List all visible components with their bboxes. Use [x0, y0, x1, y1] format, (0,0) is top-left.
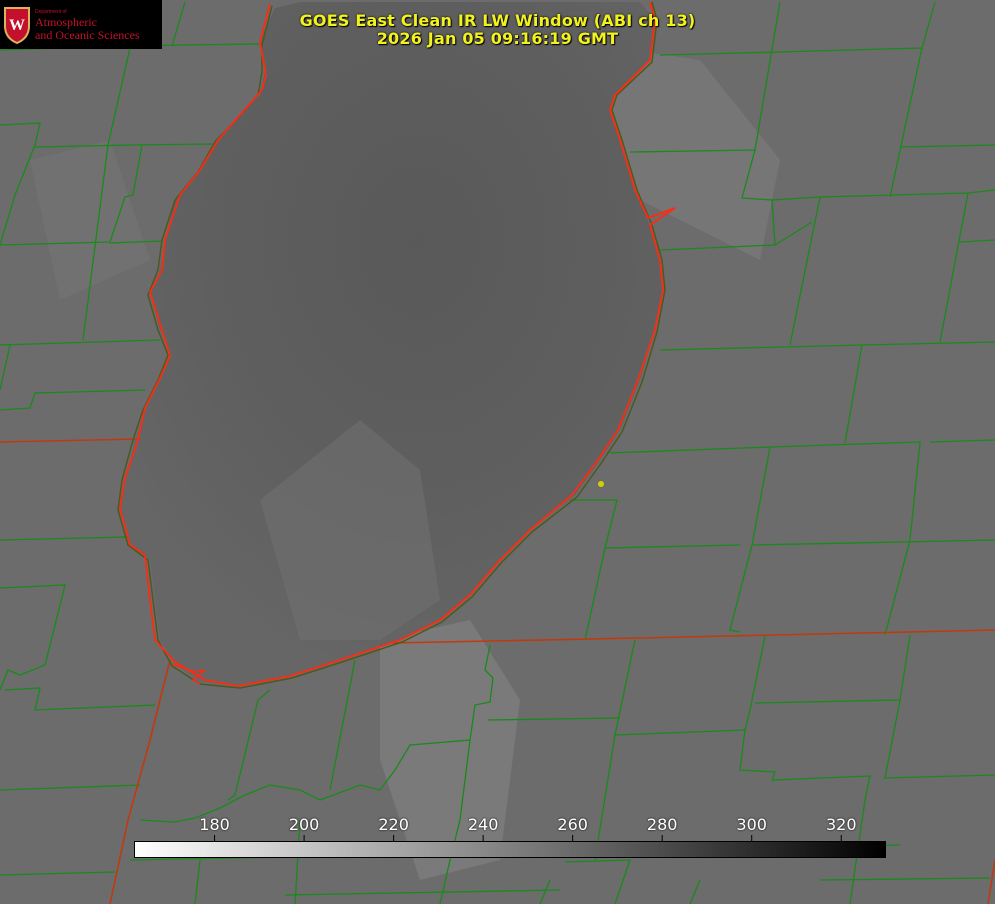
- location-marker: [598, 481, 604, 487]
- colorbar-tick-label: 300: [736, 815, 767, 834]
- map-timestamp: 2026 Jan 05 09:16:19 GMT: [376, 29, 619, 48]
- colorbar-tick-label: 200: [288, 815, 320, 834]
- colorbar-tick-label: 260: [557, 815, 588, 834]
- map-title: GOES East Clean IR LW Window (ABI ch 13): [299, 11, 696, 30]
- colorbar-tick-label: 320: [825, 815, 857, 834]
- colorbar-tick-label: 280: [646, 815, 678, 834]
- satellite-ir-map: [0, 0, 995, 904]
- colorbar-tick-label: 180: [199, 815, 230, 834]
- colorbar-tick-label: 220: [378, 815, 409, 834]
- colorbar-tick-label: 240: [467, 815, 499, 834]
- colorbar: [134, 841, 886, 858]
